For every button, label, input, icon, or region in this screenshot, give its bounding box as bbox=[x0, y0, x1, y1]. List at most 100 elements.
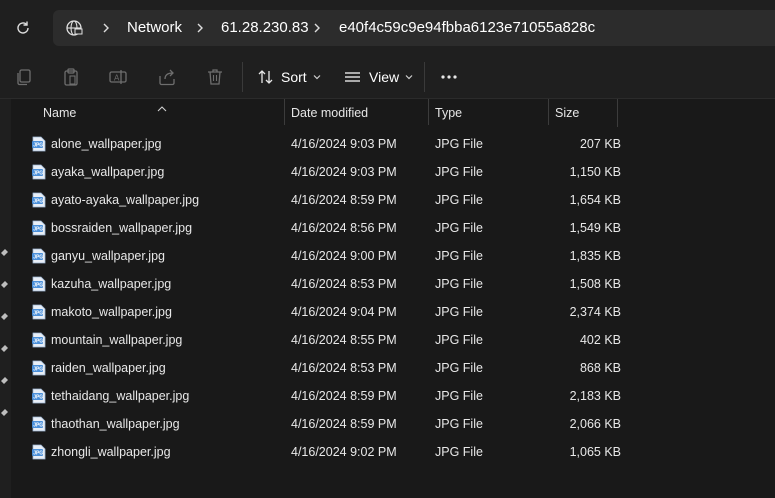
more-options-button[interactable] bbox=[440, 64, 458, 90]
file-row[interactable]: JPG alone_wallpaper.jpg 4/16/2024 9:03 PM J… bbox=[11, 130, 775, 158]
svg-text:JPG: JPG bbox=[33, 339, 43, 345]
chevron-right-icon[interactable] bbox=[99, 21, 113, 35]
more-icon bbox=[440, 68, 458, 86]
file-date-modified: 4/16/2024 8:55 PM bbox=[291, 333, 397, 347]
column-resize-handle[interactable] bbox=[548, 99, 549, 125]
breadcrumb-host[interactable]: 61.28.230.83 bbox=[221, 19, 309, 36]
pin-icon bbox=[0, 308, 9, 320]
jpg-file-icon: JPG bbox=[31, 388, 47, 404]
chevron-down-icon bbox=[405, 73, 413, 81]
address-bar[interactable]: Network 61.28.230.83 e40f4c59c9e94fbba61… bbox=[53, 10, 775, 46]
file-row[interactable]: JPG tethaidang_wallpaper.jpg 4/16/2024 8:5… bbox=[11, 382, 775, 410]
pin-icon bbox=[0, 340, 9, 352]
file-row[interactable]: JPG thaothan_wallpaper.jpg 4/16/2024 8:59 … bbox=[11, 410, 775, 438]
share-icon[interactable] bbox=[157, 67, 177, 87]
file-name: ayaka_wallpaper.jpg bbox=[51, 165, 165, 179]
file-row[interactable]: JPG ayato-ayaka_wallpaper.jpg 4/16/2024 8:… bbox=[11, 186, 775, 214]
file-date-modified: 4/16/2024 8:56 PM bbox=[291, 221, 397, 235]
file-size: 1,549 KB bbox=[569, 221, 621, 235]
file-date-modified: 4/16/2024 8:59 PM bbox=[291, 417, 397, 431]
rename-icon[interactable]: A bbox=[108, 67, 128, 87]
file-type: JPG File bbox=[435, 193, 483, 207]
svg-text:JPG: JPG bbox=[33, 395, 43, 401]
file-date-modified: 4/16/2024 9:02 PM bbox=[291, 445, 397, 459]
file-type: JPG File bbox=[435, 221, 483, 235]
column-header-type[interactable]: Type bbox=[435, 99, 462, 127]
file-size: 2,374 KB bbox=[569, 305, 621, 319]
file-type: JPG File bbox=[435, 137, 483, 151]
column-resize-handle[interactable] bbox=[428, 99, 429, 125]
file-size: 1,508 KB bbox=[569, 277, 621, 291]
file-size: 868 KB bbox=[579, 361, 621, 375]
file-row[interactable]: JPG mountain_wallpaper.jpg 4/16/2024 8:55 … bbox=[11, 326, 775, 354]
file-name: bossraiden_wallpaper.jpg bbox=[51, 221, 193, 235]
column-header-size[interactable]: Size bbox=[555, 99, 579, 127]
pin-icon bbox=[0, 404, 9, 416]
jpg-file-icon: JPG bbox=[31, 416, 47, 432]
file-date-modified: 4/16/2024 9:03 PM bbox=[291, 137, 397, 151]
chevron-right-icon[interactable] bbox=[193, 21, 207, 35]
svg-text:JPG: JPG bbox=[33, 367, 43, 373]
breadcrumb-folder[interactable]: e40f4c59c9e94fbba6123e71055a828c bbox=[339, 19, 595, 36]
file-name: thaothan_wallpaper.jpg bbox=[51, 417, 180, 431]
refresh-icon[interactable] bbox=[14, 19, 32, 37]
column-resize-handle[interactable] bbox=[617, 99, 618, 127]
breadcrumb-network[interactable]: Network bbox=[127, 19, 182, 36]
file-row[interactable]: JPG raiden_wallpaper.jpg 4/16/2024 8:53 PM… bbox=[11, 354, 775, 382]
file-list: JPG alone_wallpaper.jpg 4/16/2024 9:03 PM J… bbox=[11, 130, 775, 466]
sort-button[interactable]: Sort bbox=[257, 64, 321, 90]
view-icon bbox=[344, 68, 362, 86]
jpg-file-icon: JPG bbox=[31, 248, 47, 264]
file-row[interactable]: JPG bossraiden_wallpaper.jpg 4/16/2024 8:5… bbox=[11, 214, 775, 242]
file-row[interactable]: JPG ayaka_wallpaper.jpg 4/16/2024 9:03 PM J… bbox=[11, 158, 775, 186]
file-date-modified: 4/16/2024 8:53 PM bbox=[291, 361, 397, 375]
file-type: JPG File bbox=[435, 361, 483, 375]
delete-icon[interactable] bbox=[205, 67, 225, 87]
copy-icon[interactable] bbox=[14, 67, 34, 87]
file-name: raiden_wallpaper.jpg bbox=[51, 361, 166, 375]
view-button[interactable]: View bbox=[344, 64, 413, 90]
sort-ascending-icon bbox=[157, 99, 167, 117]
jpg-file-icon: JPG bbox=[31, 192, 47, 208]
jpg-file-icon: JPG bbox=[31, 332, 47, 348]
file-row[interactable]: JPG ganyu_wallpaper.jpg 4/16/2024 9:00 PM J… bbox=[11, 242, 775, 270]
svg-text:JPG: JPG bbox=[33, 227, 43, 233]
column-header: Name Date modified Type Size bbox=[11, 99, 775, 127]
paste-icon[interactable] bbox=[61, 67, 81, 87]
jpg-file-icon: JPG bbox=[31, 136, 47, 152]
file-size: 2,066 KB bbox=[569, 417, 621, 431]
file-type: JPG File bbox=[435, 249, 483, 263]
svg-text:JPG: JPG bbox=[33, 423, 43, 429]
file-size: 1,654 KB bbox=[569, 193, 621, 207]
file-row[interactable]: JPG makoto_wallpaper.jpg 4/16/2024 9:04 PM… bbox=[11, 298, 775, 326]
file-type: JPG File bbox=[435, 333, 483, 347]
file-row[interactable]: JPG zhongli_wallpaper.jpg 4/16/2024 9:02 P… bbox=[11, 438, 775, 466]
pin-icon bbox=[0, 244, 9, 256]
jpg-file-icon: JPG bbox=[31, 220, 47, 236]
toolbar-divider bbox=[424, 62, 425, 92]
file-row[interactable]: JPG kazuha_wallpaper.jpg 4/16/2024 8:53 PM… bbox=[11, 270, 775, 298]
file-type: JPG File bbox=[435, 445, 483, 459]
file-date-modified: 4/16/2024 8:59 PM bbox=[291, 193, 397, 207]
file-type: JPG File bbox=[435, 417, 483, 431]
column-resize-handle[interactable] bbox=[284, 99, 285, 125]
file-name: mountain_wallpaper.jpg bbox=[51, 333, 183, 347]
column-header-date[interactable]: Date modified bbox=[291, 99, 368, 127]
sort-label: Sort bbox=[281, 69, 307, 85]
file-size: 1,835 KB bbox=[569, 249, 621, 263]
chevron-down-icon bbox=[313, 73, 321, 81]
column-header-name[interactable]: Name bbox=[43, 99, 76, 127]
jpg-file-icon: JPG bbox=[31, 276, 47, 292]
file-name: zhongli_wallpaper.jpg bbox=[51, 445, 171, 459]
pin-icon bbox=[0, 276, 9, 288]
toolbar-divider bbox=[242, 62, 243, 92]
file-size: 207 KB bbox=[579, 137, 621, 151]
file-date-modified: 4/16/2024 8:59 PM bbox=[291, 389, 397, 403]
chevron-right-icon[interactable] bbox=[310, 21, 324, 35]
address-bar-region: Network 61.28.230.83 e40f4c59c9e94fbba61… bbox=[0, 0, 775, 56]
file-date-modified: 4/16/2024 9:00 PM bbox=[291, 249, 397, 263]
file-date-modified: 4/16/2024 9:03 PM bbox=[291, 165, 397, 179]
file-size: 1,065 KB bbox=[569, 445, 621, 459]
jpg-file-icon: JPG bbox=[31, 444, 47, 460]
file-name: ayato-ayaka_wallpaper.jpg bbox=[51, 193, 200, 207]
